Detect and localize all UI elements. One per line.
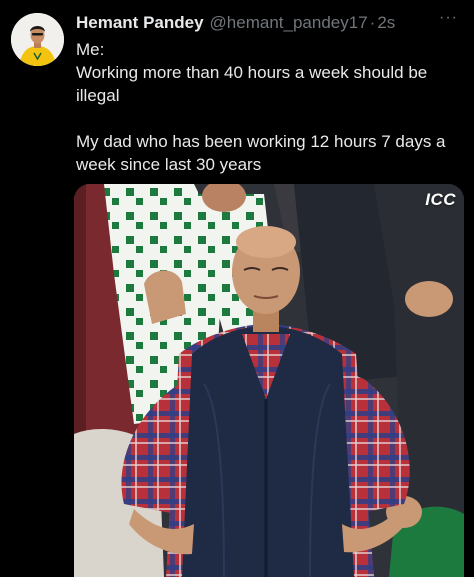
tweet-line-dad: My dad who has been working 12 hours 7 d… [76,132,446,174]
avatar-photo [11,13,64,66]
meme-photo [74,184,464,577]
author-handle[interactable]: @hemant_pandey17 [210,13,368,33]
separator-dot: · [369,13,376,32]
more-options-icon[interactable]: ··· [439,9,458,27]
author-name[interactable]: Hemant Pandey [76,13,204,33]
tweet-timestamp[interactable]: 2s [377,13,395,33]
avatar[interactable] [11,13,64,66]
tweet: Hemant Pandey @hemant_pandey17 · 2s ··· … [0,0,474,577]
icc-watermark: ICC [425,190,456,209]
tweet-text: Me: Working more than 40 hours a week sh… [76,38,466,176]
tweet-line-me: Me: [76,40,105,59]
tweet-header: Hemant Pandey @hemant_pandey17 · 2s [76,13,460,33]
tweet-media-image[interactable]: ICC [74,184,464,577]
tweet-line-working: Working more than 40 hours a week should… [76,63,428,105]
